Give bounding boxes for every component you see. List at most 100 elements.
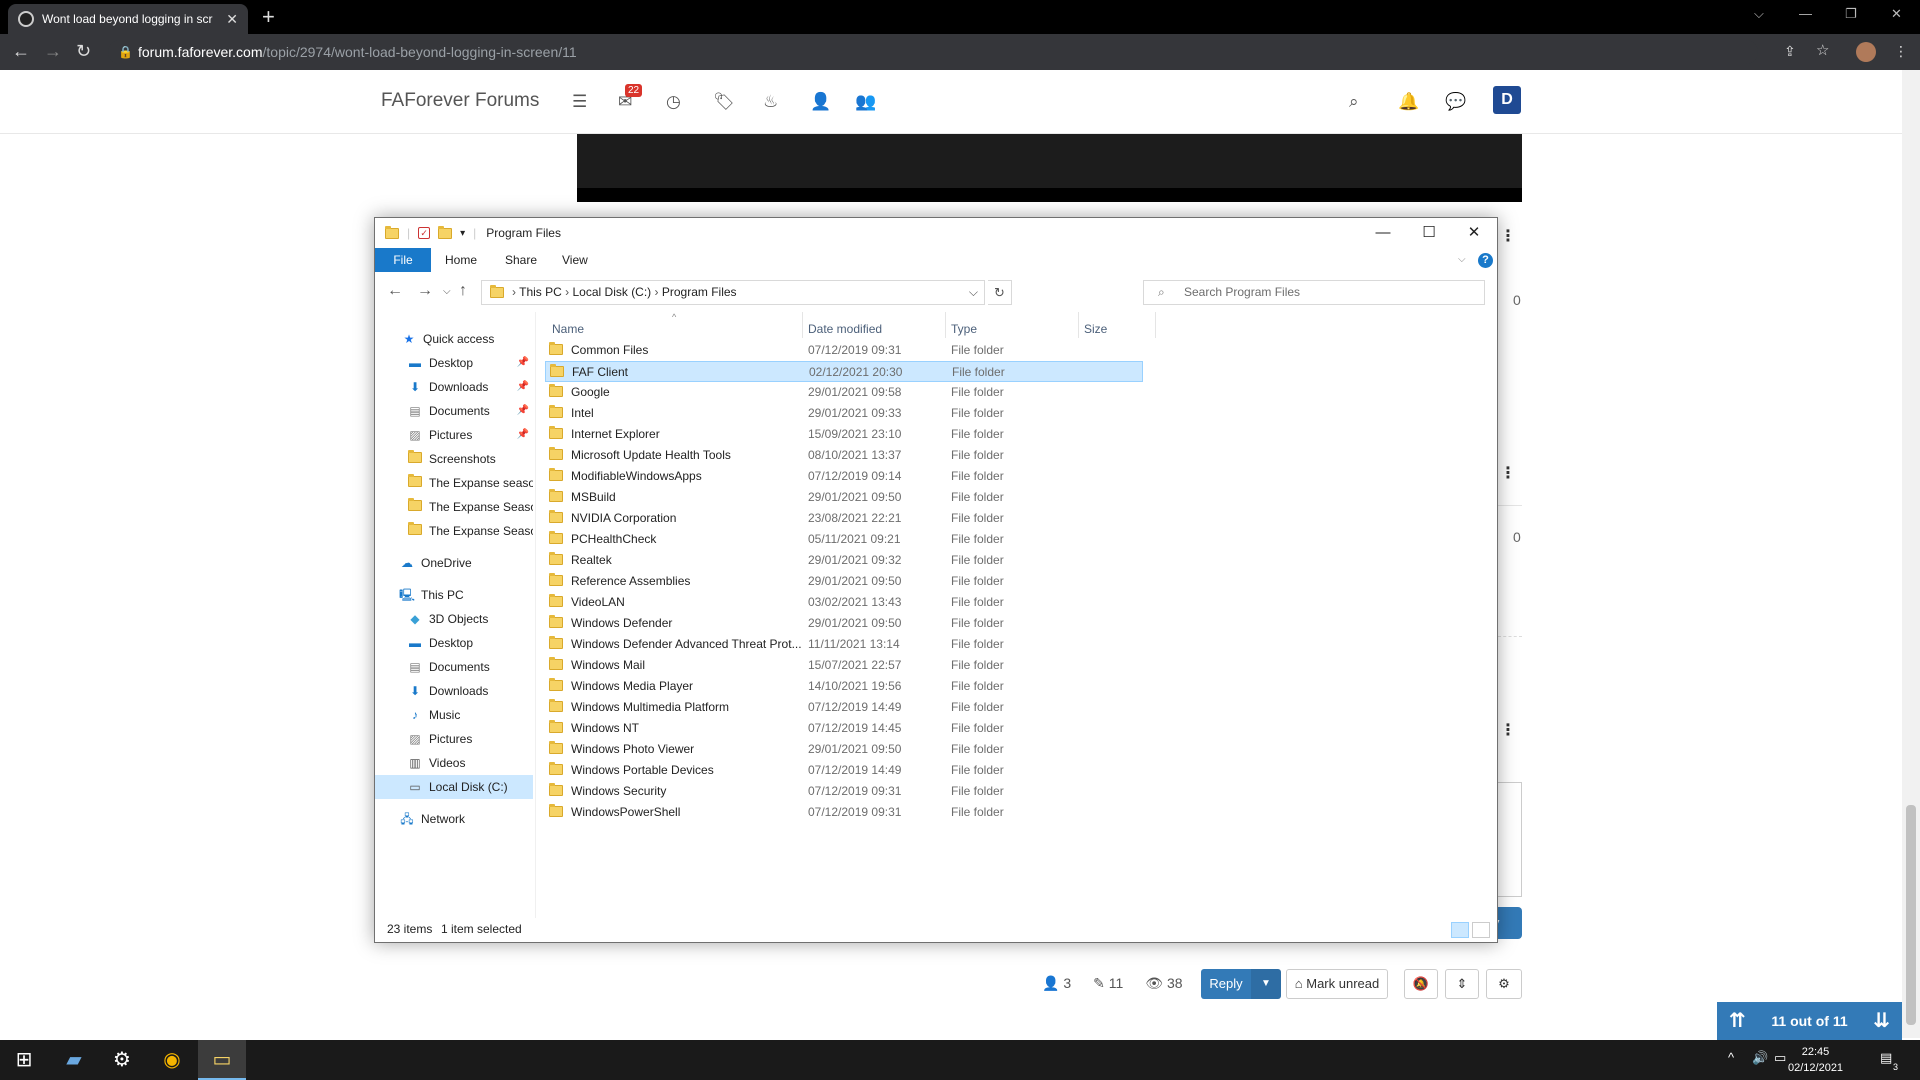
nav-item-expanse-3[interactable]: The Expanse Seasor xyxy=(375,519,533,543)
file-row[interactable]: PCHealthCheck 05/11/2021 09:21 File folder xyxy=(545,529,1143,550)
file-row[interactable]: Common Files 07/12/2019 09:31 File folder xyxy=(545,340,1143,361)
back-arrow-icon[interactable]: ← xyxy=(12,42,30,60)
up-arrow-icon[interactable]: ↑ xyxy=(459,282,467,300)
thread-tools-button[interactable]: ⚙ xyxy=(1486,969,1522,999)
windows-start-icon[interactable]: ⊞ xyxy=(0,1040,48,1080)
recent-locations-icon[interactable]: ⌵ xyxy=(443,286,451,297)
nav-item-local-disk[interactable]: ▭ Local Disk (C:) xyxy=(375,775,533,799)
new-tab-button[interactable]: + xyxy=(262,4,275,30)
nav-item-screenshots[interactable]: Screenshots xyxy=(375,447,533,471)
file-row[interactable]: ModifiableWindowsApps 07/12/2019 09:14 Fil… xyxy=(545,466,1143,487)
file-row[interactable]: Windows Mail 15/07/2021 22:57 File folder xyxy=(545,655,1143,676)
explorer-search-input[interactable]: ⌕ Search Program Files xyxy=(1143,280,1485,305)
nav-item-expanse-1[interactable]: The Expanse season xyxy=(375,471,533,495)
file-row[interactable]: Windows Defender Advanced Threat Prot...… xyxy=(545,634,1143,655)
file-row[interactable]: FAF Client 02/12/2021 20:30 File folder xyxy=(545,361,1143,382)
ribbon-tab-view[interactable]: View xyxy=(562,248,588,272)
watch-toggle-button[interactable]: 🔕 xyxy=(1404,969,1438,999)
nav-item-expanse-2[interactable]: The Expanse Seasor xyxy=(375,495,533,519)
nav-item-downloads-pc[interactable]: ⬇ Downloads xyxy=(375,679,533,703)
file-row[interactable]: WindowsPowerShell 07/12/2019 09:31 File fo… xyxy=(545,802,1143,823)
file-row[interactable]: Windows Portable Devices 07/12/2019 14:49… xyxy=(545,760,1143,781)
column-header-date[interactable]: Date modified xyxy=(808,322,882,336)
file-row[interactable]: Intel 29/01/2021 09:33 File folder xyxy=(545,403,1143,424)
sort-button[interactable]: ⇕ xyxy=(1445,969,1479,999)
users-icon[interactable]: 👤 xyxy=(810,92,831,112)
expand-ribbon-icon[interactable]: ⌵ xyxy=(1458,248,1466,272)
ribbon-tab-home[interactable]: Home xyxy=(445,248,477,272)
file-row[interactable]: Windows Defender 29/01/2021 09:50 File fol… xyxy=(545,613,1143,634)
nav-item-desktop[interactable]: ▬ Desktop 📌 xyxy=(375,351,533,375)
groups-icon[interactable]: 👥 xyxy=(855,92,876,112)
new-folder-icon[interactable] xyxy=(438,225,453,239)
nav-item-desktop-pc[interactable]: ▬ Desktop xyxy=(375,631,533,655)
restore-button[interactable]: ❐ xyxy=(1845,6,1857,22)
help-icon[interactable]: ? xyxy=(1478,253,1493,268)
file-row[interactable]: MSBuild 29/01/2021 09:50 File folder xyxy=(545,487,1143,508)
nav-item-pictures[interactable]: ▨ Pictures 📌 xyxy=(375,423,533,447)
file-row[interactable]: Reference Assemblies 29/01/2021 09:50 File… xyxy=(545,571,1143,592)
app-launcher-icon[interactable]: ▰ xyxy=(50,1040,98,1080)
file-row[interactable]: Internet Explorer 15/09/2021 23:10 File fo… xyxy=(545,424,1143,445)
file-row[interactable]: Windows Media Player 14/10/2021 19:56 File… xyxy=(545,676,1143,697)
nav-item-music[interactable]: ♪ Music xyxy=(375,703,533,727)
minimize-button[interactable]: — xyxy=(1799,6,1812,21)
search-icon[interactable]: ⌕ xyxy=(1349,92,1359,112)
file-row[interactable]: Windows Photo Viewer 29/01/2021 09:50 File… xyxy=(545,739,1143,760)
share-icon[interactable]: ⇪ xyxy=(1784,42,1796,60)
bookmark-star-icon[interactable]: ☆ xyxy=(1816,42,1829,60)
properties-icon[interactable]: ✓ xyxy=(418,227,431,239)
close-tab-icon[interactable]: ✕ xyxy=(226,11,238,28)
volume-icon[interactable]: 🔊 xyxy=(1752,1050,1768,1066)
file-row[interactable]: Google 29/01/2021 09:58 File folder xyxy=(545,382,1143,403)
tab-search-icon[interactable]: ⌵ xyxy=(1754,6,1764,22)
post-menu-icon[interactable]: ⋮ xyxy=(1500,463,1516,483)
tags-icon[interactable]: 🏷 xyxy=(713,92,735,112)
reply-button[interactable]: Reply xyxy=(1201,969,1251,999)
reload-icon[interactable]: ↻ xyxy=(76,42,91,60)
breadcrumb-program-files[interactable]: Program Files xyxy=(662,285,737,299)
double-chevron-up-icon[interactable]: ⇈ xyxy=(1729,1002,1746,1040)
file-row[interactable]: Windows Multimedia Platform 07/12/2019 14… xyxy=(545,697,1143,718)
close-window-button[interactable]: ✕ xyxy=(1891,6,1902,22)
forward-arrow-icon[interactable]: → xyxy=(417,282,433,300)
chats-icon[interactable]: 💬 xyxy=(1445,92,1466,112)
chevron-up-icon[interactable]: ^ xyxy=(1728,1050,1734,1065)
column-header-name[interactable]: Name xyxy=(552,322,584,336)
breadcrumb-this-pc[interactable]: This PC xyxy=(519,285,562,299)
chrome-icon[interactable]: ◉ xyxy=(148,1040,196,1080)
breadcrumb-local-disk[interactable]: Local Disk (C:) xyxy=(573,285,652,299)
recent-clock-icon[interactable]: ◷ xyxy=(666,92,681,112)
ribbon-tab-share[interactable]: Share xyxy=(505,248,537,272)
large-icons-view-button[interactable] xyxy=(1472,922,1490,938)
nav-quick-access[interactable]: ★ Quick access xyxy=(375,327,533,351)
forum-brand[interactable]: FAForever Forums xyxy=(381,90,539,112)
file-row[interactable]: Realtek 29/01/2021 09:32 File folder xyxy=(545,550,1143,571)
mark-unread-button[interactable]: ⌂ Mark unread xyxy=(1286,969,1388,999)
address-dropdown-icon[interactable]: ⌵ xyxy=(969,281,978,304)
explorer-close-button[interactable]: ✕ xyxy=(1451,218,1497,248)
ribbon-tab-file[interactable]: File xyxy=(375,248,431,272)
categories-icon[interactable]: ☰ xyxy=(572,92,587,112)
taskbar-clock[interactable]: 22:45 02/12/2021 xyxy=(1788,1044,1843,1076)
explorer-minimize-button[interactable]: — xyxy=(1360,218,1406,248)
column-header-size[interactable]: Size xyxy=(1084,322,1107,336)
back-arrow-icon[interactable]: ← xyxy=(387,282,403,300)
forward-arrow-icon[interactable]: → xyxy=(44,42,62,60)
nav-onedrive[interactable]: ☁ OneDrive xyxy=(375,551,533,575)
nav-item-3d-objects[interactable]: ◆ 3D Objects xyxy=(375,607,533,631)
file-row[interactable]: Microsoft Update Health Tools 08/10/2021 … xyxy=(545,445,1143,466)
nav-item-documents-pc[interactable]: ▤ Documents xyxy=(375,655,533,679)
nav-network[interactable]: 🖧 Network xyxy=(375,807,533,831)
file-row[interactable]: NVIDIA Corporation 23/08/2021 22:21 File f… xyxy=(545,508,1143,529)
steam-icon[interactable]: ⚙ xyxy=(98,1040,146,1080)
notifications-bell-icon[interactable]: 🔔 xyxy=(1398,92,1419,112)
network-tray-icon[interactable]: ▭ xyxy=(1774,1050,1786,1066)
browser-tab[interactable]: Wont load beyond logging in scr ✕ xyxy=(8,4,248,34)
profile-avatar[interactable] xyxy=(1856,42,1876,62)
refresh-icon[interactable]: ↻ xyxy=(988,280,1012,305)
chrome-menu-icon[interactable]: ⋮ xyxy=(1894,42,1908,60)
details-view-button[interactable] xyxy=(1451,922,1469,938)
nav-item-pictures-pc[interactable]: ▨ Pictures xyxy=(375,727,533,751)
reply-dropdown-button[interactable]: ▼ xyxy=(1251,969,1281,999)
